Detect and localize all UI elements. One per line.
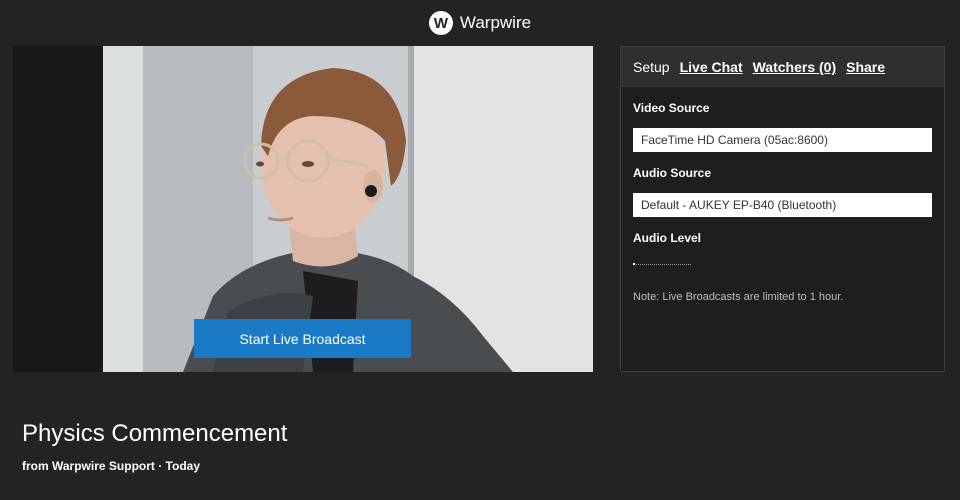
audio-level-meter — [633, 261, 932, 269]
broadcast-limit-note: Note: Live Broadcasts are limited to 1 h… — [633, 291, 844, 303]
tab-share[interactable]: Share — [846, 59, 885, 75]
video-source-select[interactable]: FaceTime HD Camera (05ac:8600) — [633, 128, 932, 152]
tab-setup[interactable]: Setup — [633, 59, 670, 75]
start-live-broadcast-button[interactable]: Start Live Broadcast — [194, 319, 411, 358]
audio-level-track — [633, 264, 691, 265]
audio-source-select[interactable]: Default - AUKEY EP-B40 (Bluetooth) — [633, 193, 932, 217]
audio-level-label: Audio Level — [633, 231, 702, 245]
page-title: Physics Commencement — [22, 420, 288, 447]
brand-name: Warpwire — [459, 13, 532, 32]
audio-level-fill — [633, 263, 635, 265]
warpwire-logo-icon: W — [428, 11, 453, 35]
media-byline: from Warpwire Support · Today — [22, 459, 201, 473]
broadcast-settings-panel: Setup Live Chat Watchers (0) Share Video… — [620, 46, 945, 372]
tab-watchers[interactable]: Watchers (0) — [753, 59, 837, 75]
panel-tabs: Setup Live Chat Watchers (0) Share — [621, 47, 944, 87]
tab-live-chat[interactable]: Live Chat — [680, 59, 743, 75]
video-preview: Start Live Broadcast — [13, 46, 593, 372]
audio-source-label: Audio Source — [633, 166, 712, 180]
brand[interactable]: W Warpwire — [428, 11, 532, 35]
top-bar: W Warpwire — [0, 0, 960, 46]
video-source-label: Video Source — [633, 101, 710, 115]
